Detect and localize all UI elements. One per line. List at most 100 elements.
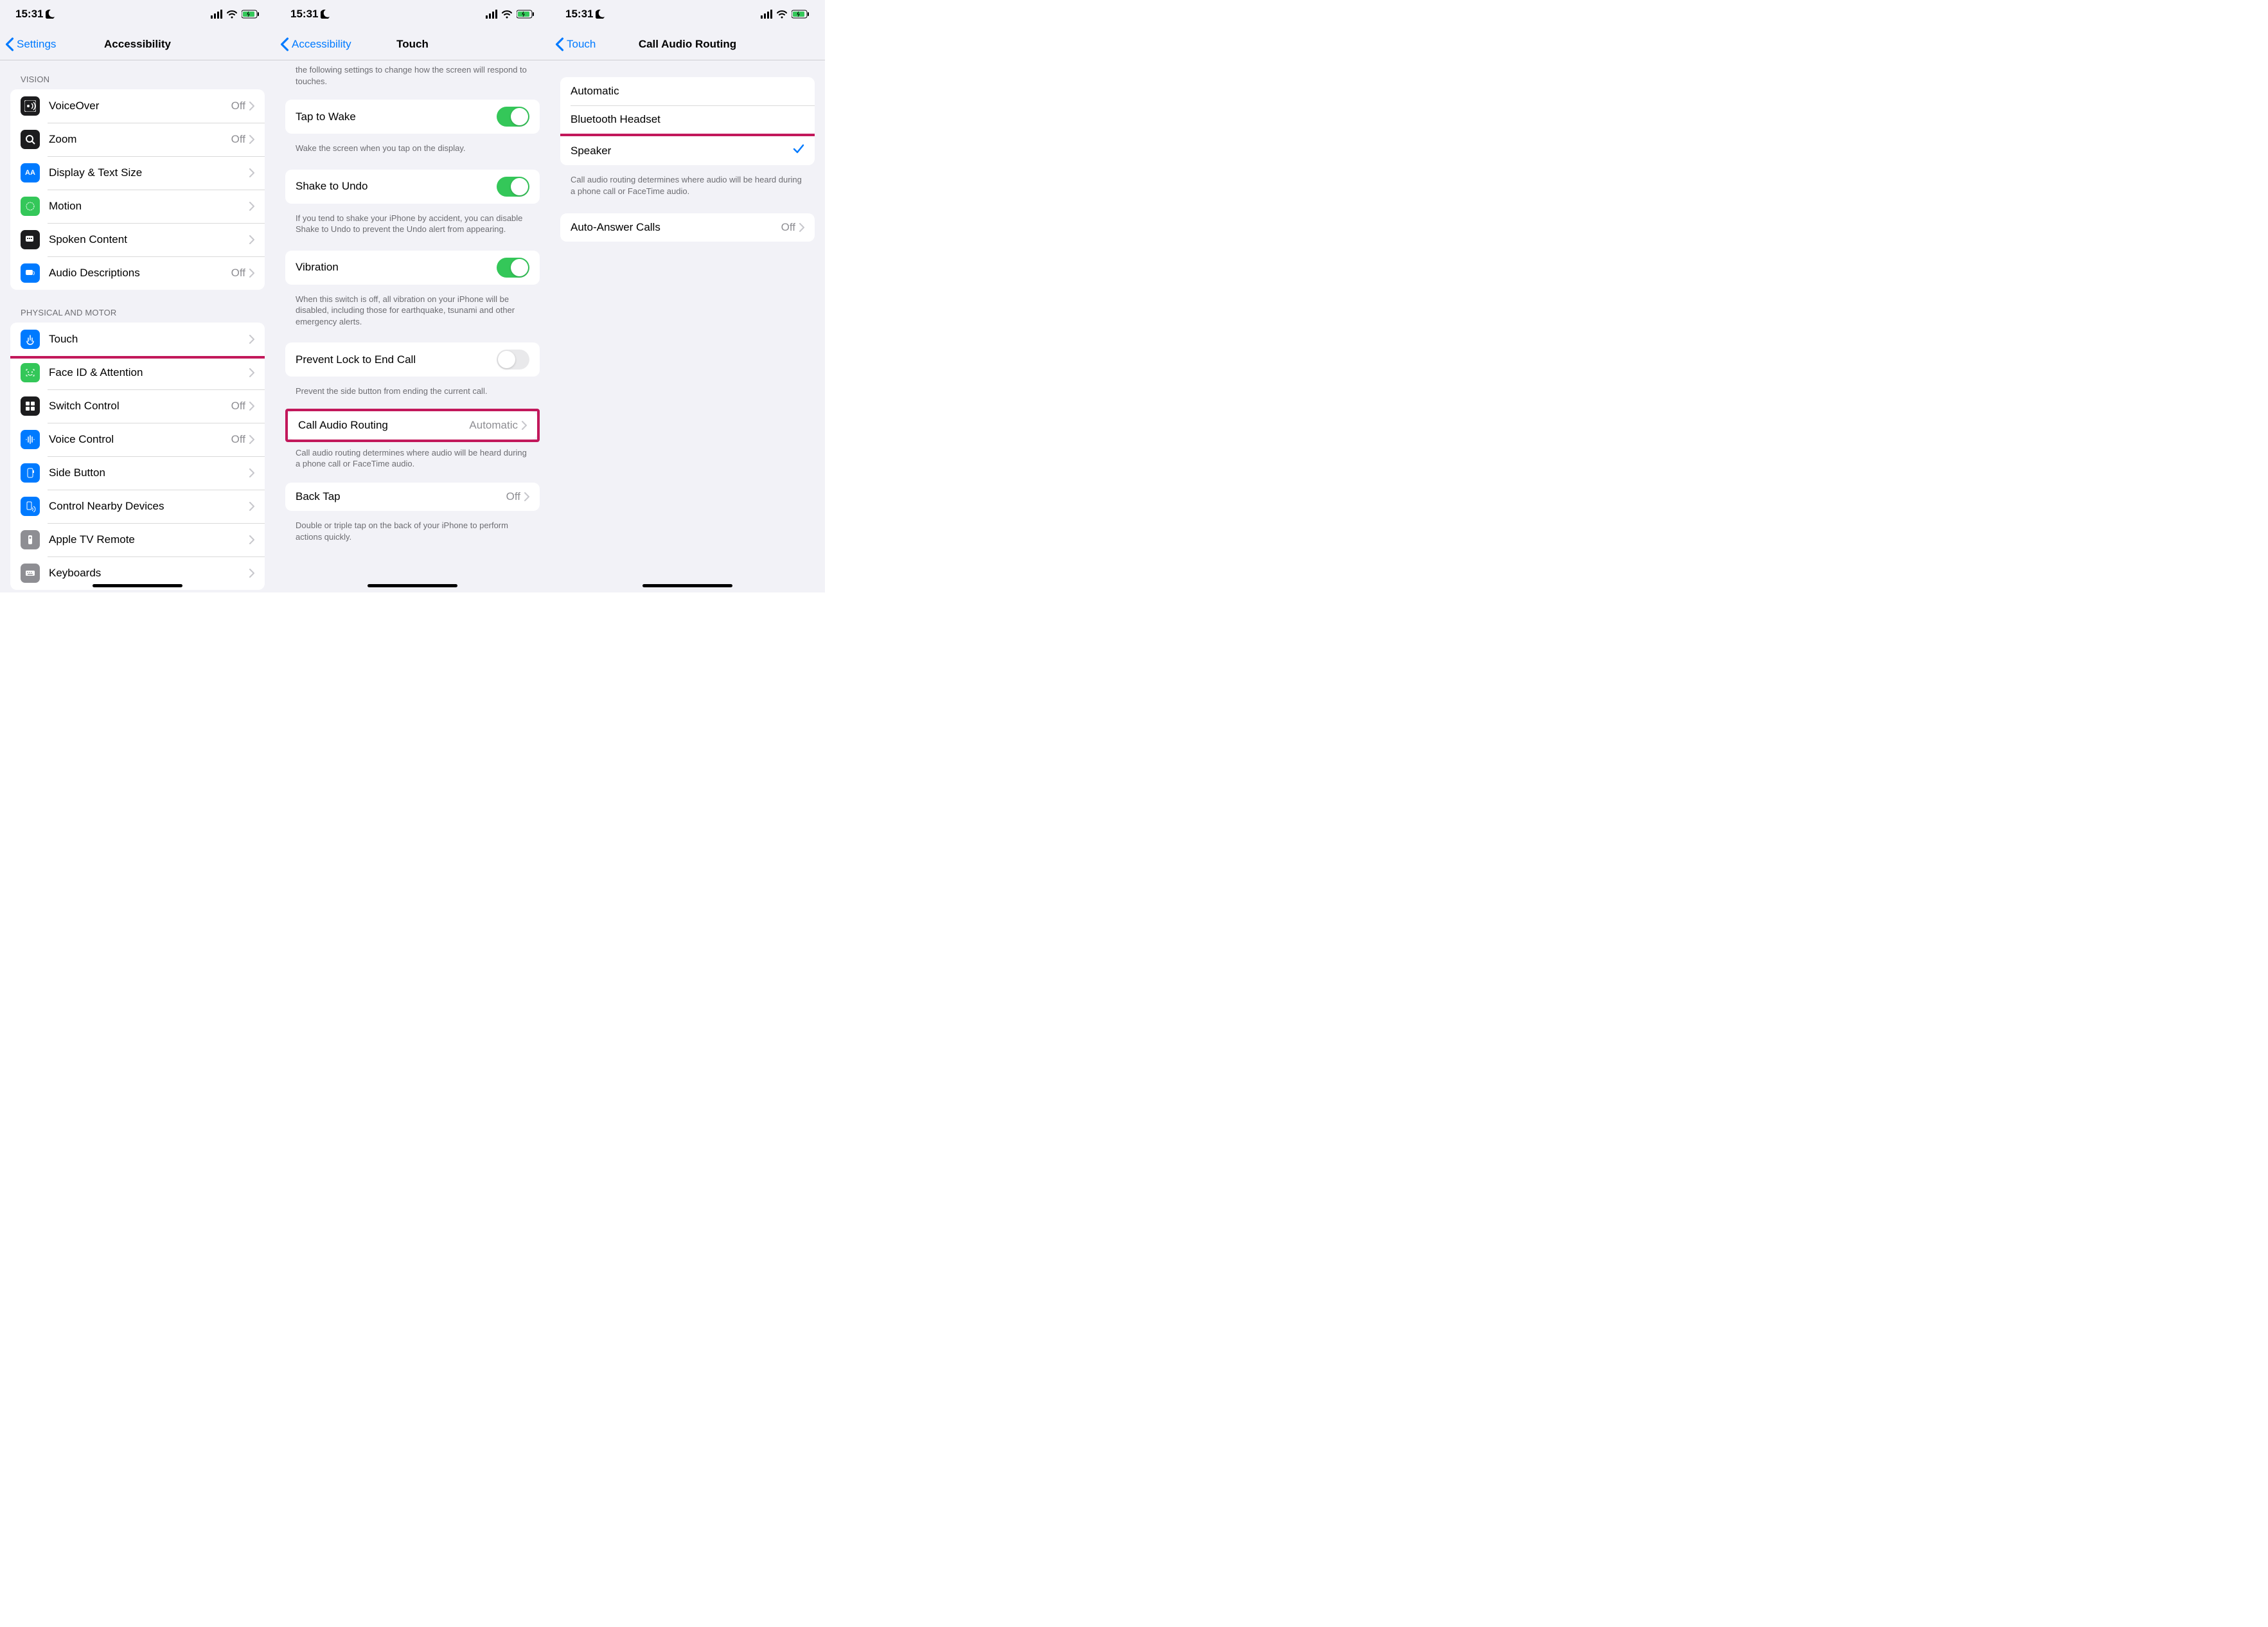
motion-icon — [21, 197, 40, 216]
chevron-right-icon — [249, 468, 254, 477]
home-indicator[interactable] — [368, 584, 457, 587]
status-time: 15:31 — [15, 8, 43, 21]
row-label: Prevent Lock to End Call — [296, 353, 497, 366]
row-auto-answer-calls[interactable]: Auto-Answer Calls Off — [560, 213, 815, 242]
display-text-size-icon: AA — [21, 163, 40, 182]
intro-footer: the following settings to change how the… — [285, 60, 540, 89]
home-indicator[interactable] — [642, 584, 732, 587]
row-zoom[interactable]: Zoom Off — [10, 123, 265, 156]
row-voiceover[interactable]: VoiceOver Off — [10, 89, 265, 123]
nav-bar: Accessibility Touch — [275, 28, 550, 60]
cellular-signal-icon — [486, 10, 497, 19]
row-tap-to-wake: Tap to Wake — [285, 100, 540, 134]
row-label: Control Nearby Devices — [49, 500, 249, 513]
row-label: Automatic — [571, 85, 804, 98]
chevron-right-icon — [249, 102, 254, 111]
status-bar: 15:31 — [275, 0, 550, 28]
row-label: Voice Control — [49, 433, 231, 446]
row-face-id[interactable]: Face ID & Attention — [10, 356, 265, 389]
switch-control-icon — [21, 396, 40, 416]
toggle-prevent-lock[interactable] — [497, 350, 529, 369]
physical-group: Touch Face ID & Attention Switch Control… — [10, 323, 265, 590]
chevron-right-icon — [524, 492, 529, 501]
screen-touch: 15:31 Accessibility Touch the following … — [275, 0, 550, 592]
option-speaker[interactable]: Speaker — [560, 136, 815, 165]
row-value: Off — [231, 433, 245, 446]
vision-group: VoiceOver Off Zoom Off AA Display & Text… — [10, 89, 265, 290]
chevron-right-icon — [249, 235, 254, 244]
status-bar: 15:31 — [0, 0, 275, 28]
chevron-right-icon — [249, 168, 254, 177]
control-nearby-icon — [21, 497, 40, 516]
row-value: Off — [231, 100, 245, 112]
toggle-tap-to-wake[interactable] — [497, 107, 529, 127]
chevron-right-icon — [249, 569, 254, 578]
row-label: Keyboards — [49, 567, 249, 580]
row-label: Face ID & Attention — [49, 366, 249, 379]
chevron-right-icon — [799, 223, 804, 232]
chevron-right-icon — [249, 202, 254, 211]
zoom-icon — [21, 130, 40, 149]
do-not-disturb-icon — [46, 10, 55, 19]
chevron-right-icon — [249, 368, 254, 377]
row-audio-descriptions[interactable]: Audio Descriptions Off — [10, 256, 265, 290]
screen-accessibility: 15:31 Settings Accessibility VISION Voic… — [0, 0, 275, 592]
row-value: Off — [231, 133, 245, 146]
row-label: Audio Descriptions — [49, 267, 231, 280]
wifi-icon — [226, 10, 238, 19]
row-call-audio-routing[interactable]: Call Audio Routing Automatic — [288, 411, 537, 440]
row-label: Apple TV Remote — [49, 533, 249, 546]
keyboards-icon — [21, 564, 40, 583]
chevron-left-icon — [280, 37, 289, 51]
wifi-icon — [776, 10, 788, 19]
row-label: Shake to Undo — [296, 180, 497, 193]
option-automatic[interactable]: Automatic — [560, 77, 815, 105]
row-value: Automatic — [469, 419, 518, 432]
row-side-button[interactable]: Side Button — [10, 456, 265, 490]
row-display-text-size[interactable]: AA Display & Text Size — [10, 156, 265, 190]
home-indicator[interactable] — [93, 584, 182, 587]
row-switch-control[interactable]: Switch Control Off — [10, 389, 265, 423]
row-label: VoiceOver — [49, 100, 231, 112]
voiceover-icon — [21, 96, 40, 116]
back-button[interactable]: Accessibility — [275, 37, 351, 51]
row-value: Off — [781, 221, 795, 234]
row-voice-control[interactable]: Voice Control Off — [10, 423, 265, 456]
back-button[interactable]: Touch — [550, 37, 596, 51]
chevron-right-icon — [249, 335, 254, 344]
row-label: Speaker — [571, 145, 793, 157]
toggle-shake-to-undo[interactable] — [497, 177, 529, 197]
row-label: Bluetooth Headset — [571, 113, 804, 126]
back-label: Accessibility — [292, 38, 351, 51]
row-touch[interactable]: Touch — [10, 323, 265, 356]
tap-to-wake-footer: Wake the screen when you tap on the disp… — [285, 138, 540, 157]
row-spoken-content[interactable]: Spoken Content — [10, 223, 265, 256]
option-bluetooth-headset[interactable]: Bluetooth Headset — [560, 105, 815, 134]
chevron-right-icon — [249, 535, 254, 544]
back-label: Touch — [567, 38, 596, 51]
spoken-content-icon — [21, 230, 40, 249]
routing-options-group: Automatic Bluetooth Headset Speaker — [560, 77, 815, 165]
do-not-disturb-icon — [321, 10, 330, 19]
routing-footer: Call audio routing determines where audi… — [560, 169, 815, 199]
row-value: Off — [231, 400, 245, 413]
row-label: Motion — [49, 200, 249, 213]
page-title: Call Audio Routing — [639, 38, 736, 51]
apple-tv-remote-icon — [21, 530, 40, 549]
section-header-vision: VISION — [10, 60, 265, 89]
row-control-nearby[interactable]: Control Nearby Devices — [10, 490, 265, 523]
toggle-vibration[interactable] — [497, 258, 529, 278]
row-prevent-lock: Prevent Lock to End Call — [285, 342, 540, 377]
voice-control-icon — [21, 430, 40, 449]
back-button[interactable]: Settings — [0, 37, 56, 51]
row-label: Touch — [49, 333, 249, 346]
row-vibration: Vibration — [285, 251, 540, 285]
chevron-right-icon — [249, 435, 254, 444]
row-apple-tv-remote[interactable]: Apple TV Remote — [10, 523, 265, 556]
section-header-physical: PHYSICAL AND MOTOR — [10, 294, 265, 323]
row-motion[interactable]: Motion — [10, 190, 265, 223]
row-label: Switch Control — [49, 400, 231, 413]
screen-call-audio-routing: 15:31 Touch Call Audio Routing Automatic… — [550, 0, 825, 592]
row-back-tap[interactable]: Back Tap Off — [285, 483, 540, 511]
row-label: Side Button — [49, 467, 249, 479]
